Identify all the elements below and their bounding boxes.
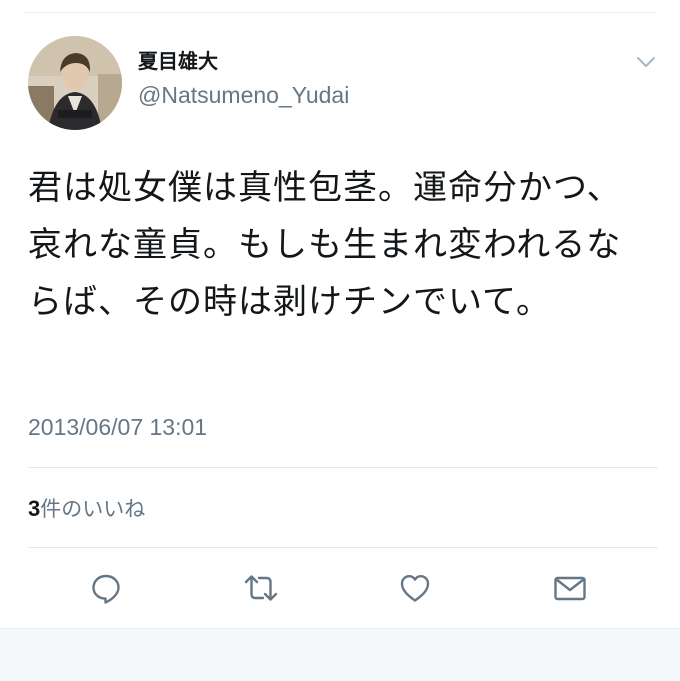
avatar[interactable] (28, 36, 122, 130)
chevron-down-icon[interactable] (634, 50, 658, 74)
tweet-text: 君は処女僕は真性包茎。運命分かつ、哀れな童貞。もしも生まれ変われるならば、その時… (28, 168, 622, 322)
divider (28, 467, 658, 468)
likes-label: 件のいいね (40, 497, 146, 521)
direct-message-button[interactable] (550, 568, 590, 608)
heart-icon (400, 575, 430, 602)
author-display-name[interactable]: 夏目雄大 (138, 48, 349, 74)
likes-number: 3 (28, 496, 41, 521)
top-divider (24, 12, 656, 13)
author-block: 夏目雄大 @Natsumeno_Yudai (138, 48, 349, 110)
retweet-icon (244, 575, 278, 601)
likes-count[interactable]: 3件のいいね (28, 493, 145, 523)
tweet-header: 夏目雄大 @Natsumeno_Yudai (28, 36, 658, 132)
reply-button[interactable] (86, 568, 126, 608)
tweet-timestamp[interactable]: 2013/06/07 13:01 (28, 414, 207, 441)
avatar-photo (28, 36, 122, 130)
bottom-bar (0, 628, 680, 681)
envelope-icon (554, 576, 586, 601)
retweet-button[interactable] (241, 568, 281, 608)
divider (28, 547, 658, 548)
tweet-actions (0, 568, 680, 608)
reply-icon (92, 574, 120, 604)
author-handle[interactable]: @Natsumeno_Yudai (138, 80, 349, 110)
like-button[interactable] (395, 568, 435, 608)
